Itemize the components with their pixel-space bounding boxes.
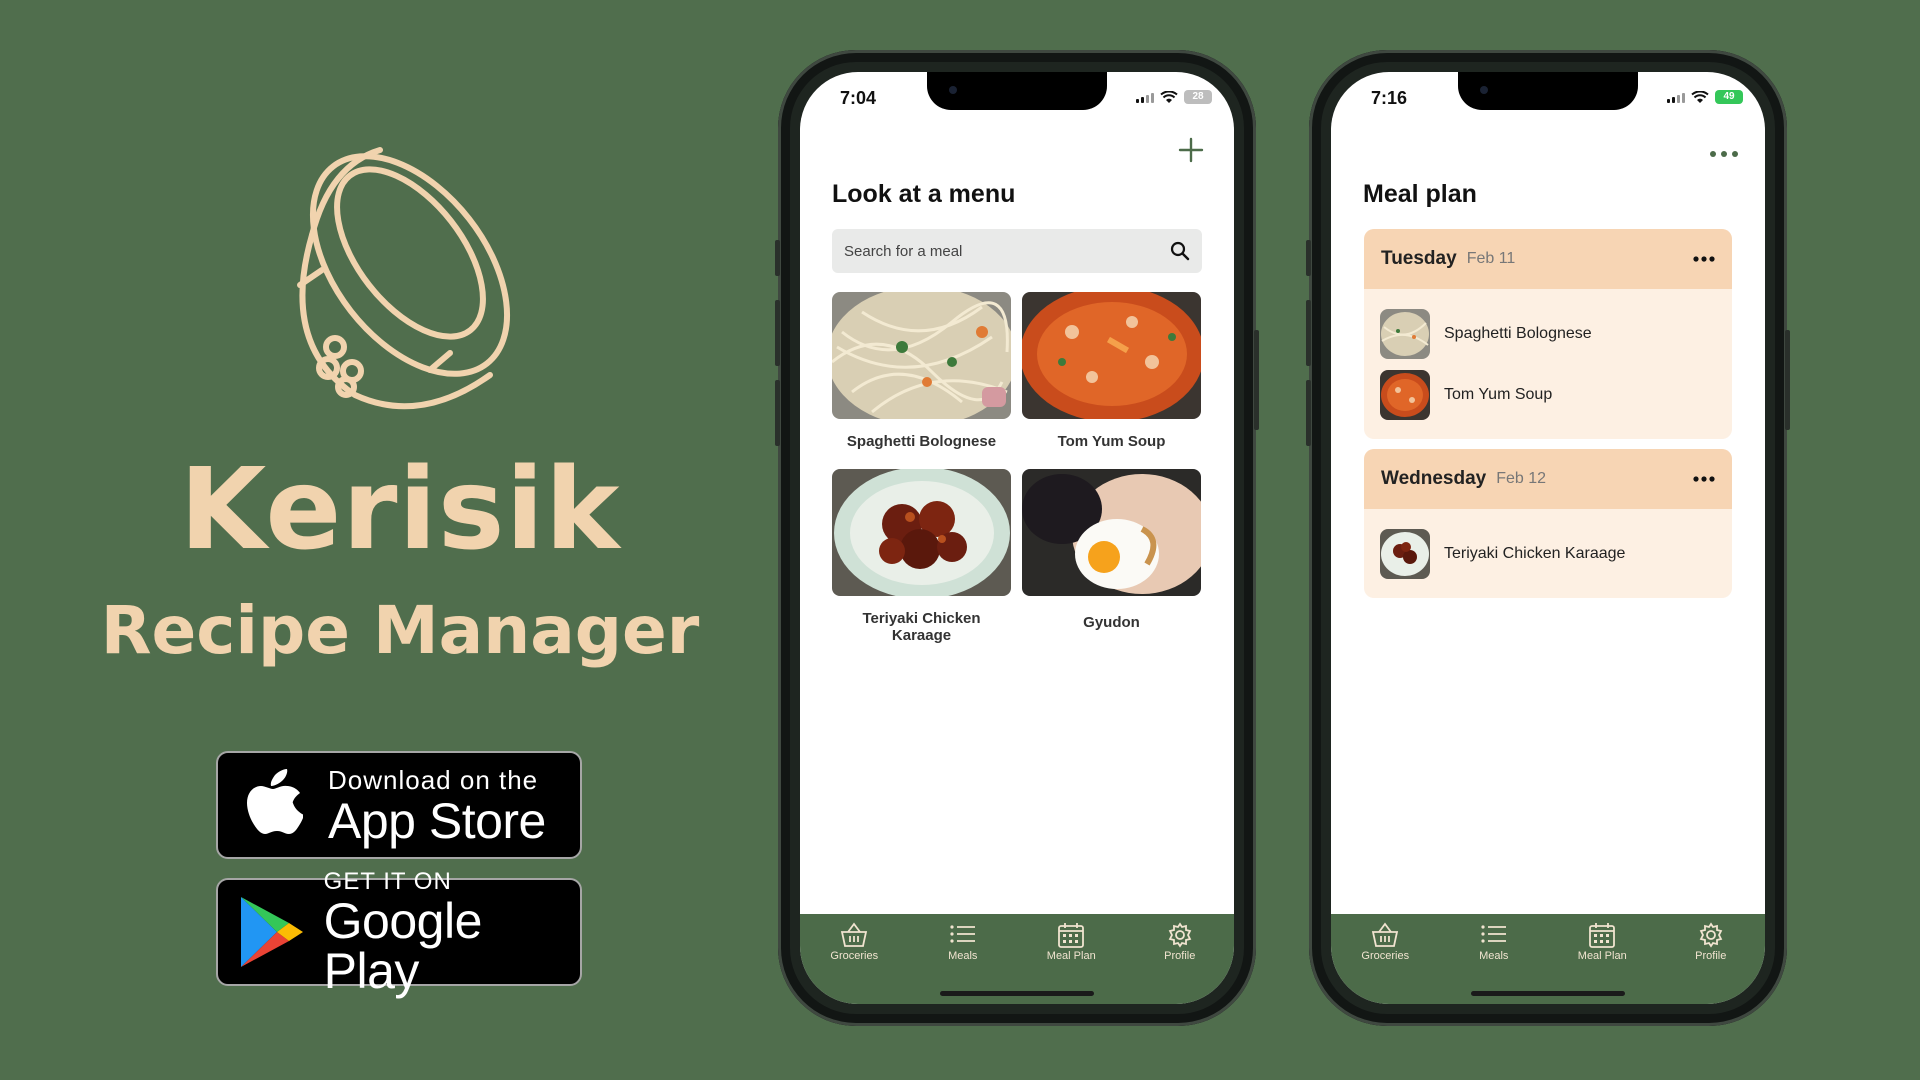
meal-name: Teriyaki Chicken Karaage [862, 610, 981, 644]
tab-label: Profile [1164, 950, 1196, 962]
plus-icon[interactable] [1178, 137, 1204, 163]
screen-menu: 7:04 28 Look at a menu Search for a meal… [800, 72, 1234, 1004]
tab-label: Groceries [1361, 950, 1410, 962]
basket-icon [841, 922, 868, 947]
volume-up-button [775, 300, 780, 366]
signal-icon [1136, 91, 1154, 103]
mute-switch [775, 240, 780, 276]
meal-card[interactable]: Gyudon [1022, 469, 1201, 631]
meal-name: Spaghetti Bolognese [846, 433, 997, 450]
tab-label: Meals [948, 950, 978, 962]
tab-groceries[interactable]: Groceries [1331, 922, 1440, 1004]
brand-title: Kerisik [179, 445, 621, 575]
meal-card[interactable]: Teriyaki Chicken Karaage [832, 469, 1011, 644]
page-title: Look at a menu [832, 180, 1016, 208]
meal-photo [832, 469, 1011, 596]
brand-subtitle: Recipe Manager [100, 592, 700, 669]
power-button [1785, 330, 1790, 430]
signal-icon [1667, 91, 1685, 103]
page-title: Meal plan [1363, 180, 1477, 208]
plan-item-label: Tom Yum Soup [1444, 385, 1553, 403]
apple-icon [218, 753, 328, 857]
day-card-tuesday: Tuesday Feb 11 Spaghetti Bolognese Tom Y… [1364, 229, 1732, 439]
search-input[interactable] [844, 242, 1170, 260]
meal-photo [832, 292, 1011, 419]
meal-photo [1022, 469, 1201, 596]
brand-panel: Kerisik Recipe Manager Download on the A… [0, 0, 800, 1080]
meal-name: Tom Yum Soup [1057, 433, 1166, 450]
gplay-small-text: GET IT ON [323, 868, 452, 895]
volume-down-button [775, 380, 780, 446]
tab-profile[interactable]: Profile [1657, 922, 1766, 1004]
gear-icon [1168, 922, 1192, 948]
day-header: Wednesday Feb 12 [1364, 449, 1732, 509]
status-icons: 49 [1667, 90, 1743, 104]
meal-photo [1022, 292, 1201, 419]
home-indicator[interactable] [1471, 991, 1625, 996]
tab-label: Meal Plan [1577, 950, 1627, 962]
screen-meal-plan: 7:16 49 Meal plan Tuesday Feb 11 Spaghet… [1331, 72, 1765, 1004]
day-name: Tuesday [1381, 248, 1457, 269]
more-icon[interactable] [1709, 150, 1739, 158]
day-body: Spaghetti Bolognese Tom Yum Soup [1364, 289, 1732, 439]
meal-name: Gyudon [1083, 614, 1140, 631]
day-name: Wednesday [1381, 468, 1487, 489]
app-store-badge[interactable]: Download on the App Store [216, 751, 582, 859]
plan-item[interactable]: Teriyaki Chicken Karaage [1380, 523, 1716, 584]
plan-item[interactable]: Tom Yum Soup [1380, 364, 1716, 425]
google-play-badge[interactable]: GET IT ON Google Play [216, 868, 582, 996]
home-indicator[interactable] [940, 991, 1094, 996]
tab-label: Meals [1479, 950, 1509, 962]
wifi-icon [1160, 90, 1178, 103]
day-header: Tuesday Feb 11 [1364, 229, 1732, 289]
appstore-small-text: Download on the [328, 764, 539, 795]
status-time: 7:04 [840, 88, 877, 108]
plan-item-label: Teriyaki Chicken Karaage [1444, 544, 1626, 562]
search-bar[interactable] [832, 229, 1202, 273]
plan-item[interactable]: Spaghetti Bolognese [1380, 303, 1716, 364]
status-icons: 28 [1136, 90, 1212, 104]
appstore-large-text: App Store [328, 792, 546, 849]
coconut-logo-icon [297, 147, 511, 410]
tab-label: Groceries [830, 950, 879, 962]
calendar-icon [1058, 923, 1085, 948]
search-icon[interactable] [1170, 241, 1190, 261]
phone-menu: 7:04 28 Look at a menu Search for a meal… [775, 50, 1259, 1026]
gear-icon [1699, 922, 1723, 948]
volume-down-button [1306, 380, 1311, 446]
gplay-large-text: Google Play [323, 893, 483, 999]
list-icon [950, 925, 975, 943]
battery-icon: 49 [1715, 90, 1743, 104]
day-date: Feb 12 [1496, 470, 1547, 487]
tab-label: Meal Plan [1046, 950, 1096, 962]
list-icon [1481, 925, 1506, 943]
meal-card[interactable]: Spaghetti Bolognese [832, 292, 1011, 450]
volume-up-button [1306, 300, 1311, 366]
meal-card[interactable]: Tom Yum Soup [1022, 292, 1201, 450]
basket-icon [1372, 922, 1399, 947]
battery-icon: 28 [1184, 90, 1212, 104]
notch [1458, 72, 1638, 110]
tab-groceries[interactable]: Groceries [800, 922, 909, 1004]
meal-thumbnail [1380, 308, 1430, 359]
calendar-icon [1589, 923, 1616, 948]
google-play-icon [218, 880, 324, 984]
meal-thumbnail [1380, 369, 1430, 420]
power-button [1254, 330, 1259, 430]
day-body: Teriyaki Chicken Karaage [1364, 509, 1732, 598]
phone-meal-plan: 7:16 49 Meal plan Tuesday Feb 11 Spaghet… [1306, 50, 1790, 1026]
meal-thumbnail [1380, 528, 1430, 579]
day-date: Feb 11 [1466, 250, 1516, 267]
tab-profile[interactable]: Profile [1126, 922, 1235, 1004]
status-time: 7:16 [1371, 88, 1408, 108]
wifi-icon [1691, 90, 1709, 103]
notch [927, 72, 1107, 110]
mute-switch [1306, 240, 1311, 276]
more-icon[interactable] [1693, 476, 1715, 482]
more-icon[interactable] [1693, 256, 1715, 262]
day-card-wednesday: Wednesday Feb 12 Teriyaki Chicken Karaag… [1364, 449, 1732, 598]
plan-item-label: Spaghetti Bolognese [1444, 324, 1592, 342]
tab-label: Profile [1695, 950, 1727, 962]
